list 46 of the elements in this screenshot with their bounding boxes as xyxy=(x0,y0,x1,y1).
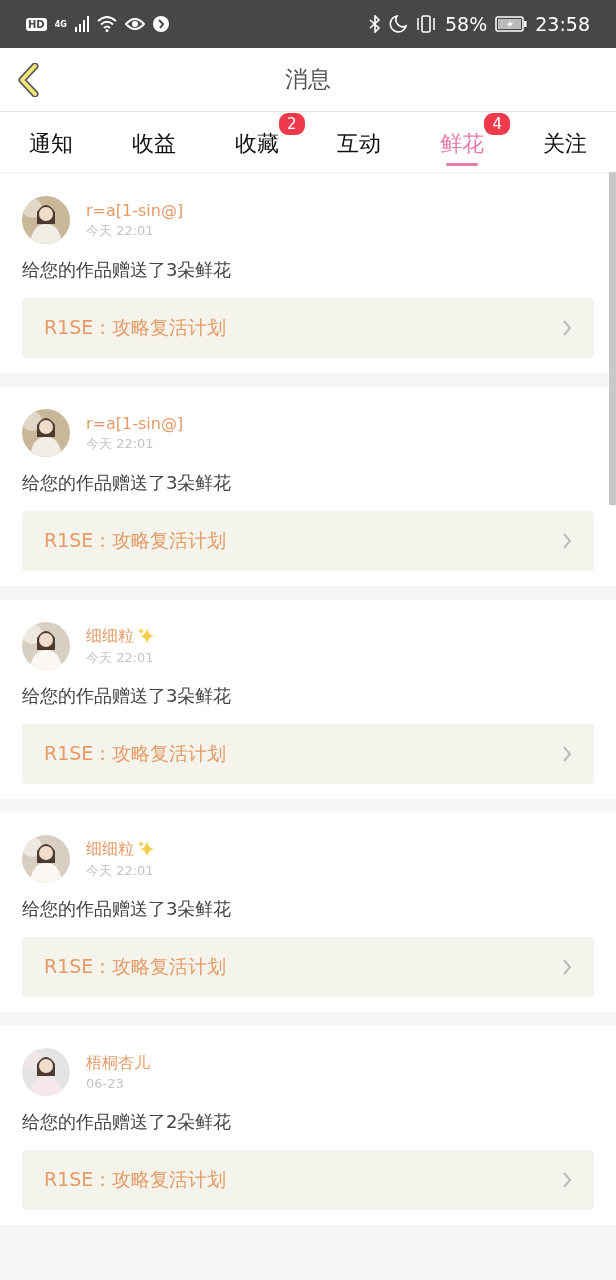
chevron-right-icon xyxy=(562,532,572,550)
eye-icon xyxy=(124,17,145,31)
message-text: 给您的作品赠送了3朵鲜花 xyxy=(22,258,233,282)
tab[interactable]: 鲜花 4 xyxy=(410,112,514,172)
message-time: 今天 22:01 xyxy=(86,434,155,453)
page-title: 消息 xyxy=(285,65,331,94)
app-icon xyxy=(152,16,169,32)
work-link[interactable]: R1SE：攻略复活计划 xyxy=(22,1150,594,1210)
battery-icon xyxy=(495,16,528,32)
chevron-right-icon xyxy=(562,319,572,337)
tab[interactable]: 收藏 2 xyxy=(205,112,308,172)
message-text: 给您的作品赠送了3朵鲜花 xyxy=(22,471,233,495)
tab[interactable]: 收益 xyxy=(102,112,206,172)
user-name[interactable]: r=a[1-sin@] xyxy=(86,413,184,433)
message-text: 给您的作品赠送了2朵鲜花 xyxy=(22,1110,233,1134)
clock: 23:58 xyxy=(535,13,590,35)
user-name[interactable]: 细细粒 xyxy=(86,625,134,647)
moon-icon xyxy=(389,15,407,33)
tab[interactable]: 互动 xyxy=(308,112,411,172)
hd-icon: HD xyxy=(26,17,47,31)
chevron-right-icon xyxy=(562,958,572,976)
work-link[interactable]: R1SE：攻略复活计划 xyxy=(22,298,594,358)
message-time: 今天 22:01 xyxy=(86,221,155,240)
message-time: 06-23 xyxy=(86,1076,125,1091)
count-badge: 4 xyxy=(484,113,510,135)
work-link[interactable]: R1SE：攻略复活计划 xyxy=(22,511,594,571)
message-time: 今天 22:01 xyxy=(86,861,155,880)
message-text: 给您的作品赠送了3朵鲜花 xyxy=(22,684,233,708)
bluetooth-icon xyxy=(369,15,381,33)
chevron-right-icon xyxy=(562,1171,572,1189)
chevron-right-icon xyxy=(562,745,572,763)
tab[interactable]: 通知 xyxy=(0,112,103,172)
network-label: 4G xyxy=(54,19,67,29)
message-text: 给您的作品赠送了3朵鲜花 xyxy=(22,897,233,921)
user-name[interactable]: 梧桐杏儿 xyxy=(86,1053,150,1074)
user-name[interactable]: r=a[1-sin@] xyxy=(86,200,184,220)
work-link[interactable]: R1SE：攻略复活计划 xyxy=(22,937,594,997)
work-link[interactable]: R1SE：攻略复活计划 xyxy=(22,724,594,784)
tab[interactable]: 关注 xyxy=(513,112,616,172)
signal-icon xyxy=(74,16,89,32)
user-name[interactable]: 细细粒 xyxy=(86,838,134,860)
battery-percent: 58% xyxy=(445,13,488,35)
vibrate-icon xyxy=(415,15,437,33)
count-badge: 2 xyxy=(279,113,305,135)
wifi-icon xyxy=(96,16,117,32)
message-time: 今天 22:01 xyxy=(86,648,155,667)
